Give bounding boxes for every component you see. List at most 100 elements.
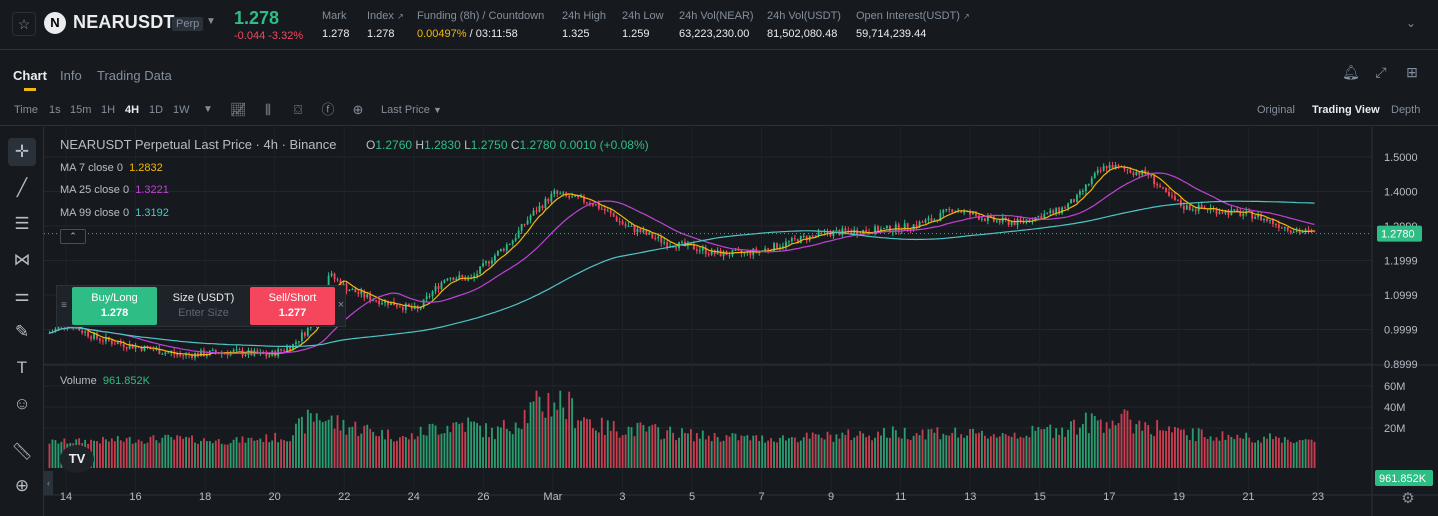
add-circle-icon[interactable]: ⊕: [350, 102, 366, 118]
interval-15m[interactable]: 15m: [70, 104, 91, 116]
volume-bar: [565, 418, 568, 468]
candle-body: [981, 218, 983, 220]
volume-bar: [1280, 442, 1283, 468]
drag-handle-icon[interactable]: ≡: [57, 286, 71, 326]
candle-body: [143, 345, 146, 351]
view-trading-view[interactable]: Trading View: [1312, 104, 1380, 116]
symbol-title[interactable]: NEARUSDT: [73, 12, 175, 33]
size-input[interactable]: [161, 307, 246, 319]
candle-body: [630, 225, 633, 227]
volume-bar: [458, 423, 461, 468]
candle-type-icon[interactable]: ⫼: [260, 102, 276, 118]
volume-bar: [1132, 433, 1135, 468]
volume-bar: [1064, 436, 1066, 468]
stat-label[interactable]: Index ↗: [367, 10, 404, 22]
time-tick-label: 16: [129, 491, 141, 503]
volume-bar: [1073, 419, 1075, 468]
volume-bar: [476, 423, 479, 468]
interval-1h[interactable]: 1H: [101, 104, 115, 116]
stat-value: 1.325: [562, 28, 590, 40]
collapse-legend-chevron-icon[interactable]: ⌃: [60, 229, 86, 244]
funding-rate: 0.00497%: [417, 28, 467, 40]
view-original[interactable]: Original: [1257, 104, 1295, 116]
crosshair-icon[interactable]: ✛: [8, 138, 36, 166]
stat-label: 24h Vol(NEAR): [679, 10, 754, 22]
candle-body: [1087, 184, 1090, 186]
zoom-icon[interactable]: ⊕: [8, 472, 36, 500]
volume-bar: [1090, 413, 1093, 468]
external-link-icon[interactable]: ↗: [397, 12, 404, 21]
candle-body: [493, 255, 496, 261]
candle-body: [844, 228, 847, 231]
layout-grid-icon[interactable]: ⊞: [1404, 64, 1420, 80]
external-link-icon[interactable]: ↗: [963, 12, 970, 21]
interval-1w[interactable]: 1W: [173, 104, 190, 116]
tradingview-logo[interactable]: TV: [60, 445, 94, 473]
bell-icon[interactable]: 🔔︎: [1342, 64, 1360, 80]
favorite-star-icon[interactable]: ☆: [12, 12, 36, 36]
settings-gear-icon[interactable]: ⚙: [1399, 490, 1417, 508]
volume-bar: [909, 440, 912, 468]
ma-value: 1.3192: [135, 207, 169, 219]
brush-icon[interactable]: ✎: [8, 318, 36, 346]
camera-icon[interactable]: ⌼: [290, 102, 306, 118]
volume-bar: [208, 441, 211, 468]
volume-bar: [544, 417, 547, 468]
price-type-select[interactable]: Last Price ▼: [381, 104, 442, 116]
interval-4h[interactable]: 4H: [125, 104, 139, 116]
volume-bar: [645, 431, 648, 468]
candle-body: [695, 249, 698, 251]
view-depth[interactable]: Depth: [1391, 104, 1420, 116]
horizontal-lines-icon[interactable]: ☰: [8, 210, 36, 238]
volume-bar: [265, 434, 268, 468]
fx-indicators-icon[interactable]: ⓕ: [320, 102, 336, 118]
candle-body: [538, 205, 541, 212]
tab-chart[interactable]: Chart: [13, 68, 47, 83]
volume-bar: [1031, 425, 1034, 468]
interval-1s[interactable]: 1s: [49, 104, 61, 116]
time-tick-label: 15: [1034, 491, 1046, 503]
pattern-icon[interactable]: ⋈: [8, 246, 36, 274]
volume-bar: [773, 441, 775, 468]
time-tick-label: 3: [619, 491, 625, 503]
sell-short-button[interactable]: Sell/Short 1.277: [250, 287, 335, 325]
stat-label[interactable]: Open Interest(USDT) ↗: [856, 10, 970, 22]
volume-bar: [514, 422, 517, 468]
volume-bar: [868, 435, 871, 468]
symbol-dropdown-caret-icon[interactable]: ▼: [206, 16, 216, 27]
emoji-icon[interactable]: ☺: [8, 390, 36, 418]
scroll-left-chevron-icon[interactable]: ‹: [44, 471, 53, 495]
close-icon[interactable]: ×: [336, 298, 346, 312]
candle-body: [621, 221, 624, 225]
text-tool-icon[interactable]: T: [8, 354, 36, 382]
volume-bar: [232, 439, 235, 468]
candle-body: [885, 225, 888, 228]
volume-bar: [134, 442, 137, 468]
candle-body: [1070, 199, 1072, 204]
fullscreen-icon[interactable]: ⤢: [1373, 64, 1389, 80]
volume-bar: [740, 435, 743, 468]
candle-body: [1274, 224, 1277, 226]
interval-dropdown-caret-icon[interactable]: ▼: [200, 102, 216, 118]
fib-icon[interactable]: ⚌: [8, 282, 36, 310]
buy-long-button[interactable]: Buy/Long 1.278: [72, 287, 157, 325]
ruler-icon[interactable]: 📏︎: [8, 438, 36, 466]
candle-body: [1135, 171, 1138, 175]
volume-bar: [995, 437, 998, 468]
volume-bar: [1162, 430, 1164, 468]
candle-body: [502, 248, 505, 251]
tab-info[interactable]: Info: [60, 68, 82, 83]
tab-trading-data[interactable]: Trading Data: [97, 68, 172, 83]
volume-bar: [1230, 436, 1233, 468]
volume-bar: [107, 441, 110, 468]
stat-label: 24h Vol(USDT): [767, 10, 841, 22]
trend-line-icon[interactable]: ╱: [8, 174, 36, 202]
interval-1d[interactable]: 1D: [149, 104, 163, 116]
volume-value: 961.852K: [102, 375, 150, 387]
volume-bar: [538, 396, 541, 468]
candle-body: [600, 208, 603, 210]
more-stats-chevron-icon[interactable]: ⌄: [1406, 16, 1416, 30]
volume-bar: [428, 424, 431, 468]
indicator-chart-icon[interactable]: 📈︎: [230, 102, 247, 118]
volume-bar: [292, 435, 294, 468]
